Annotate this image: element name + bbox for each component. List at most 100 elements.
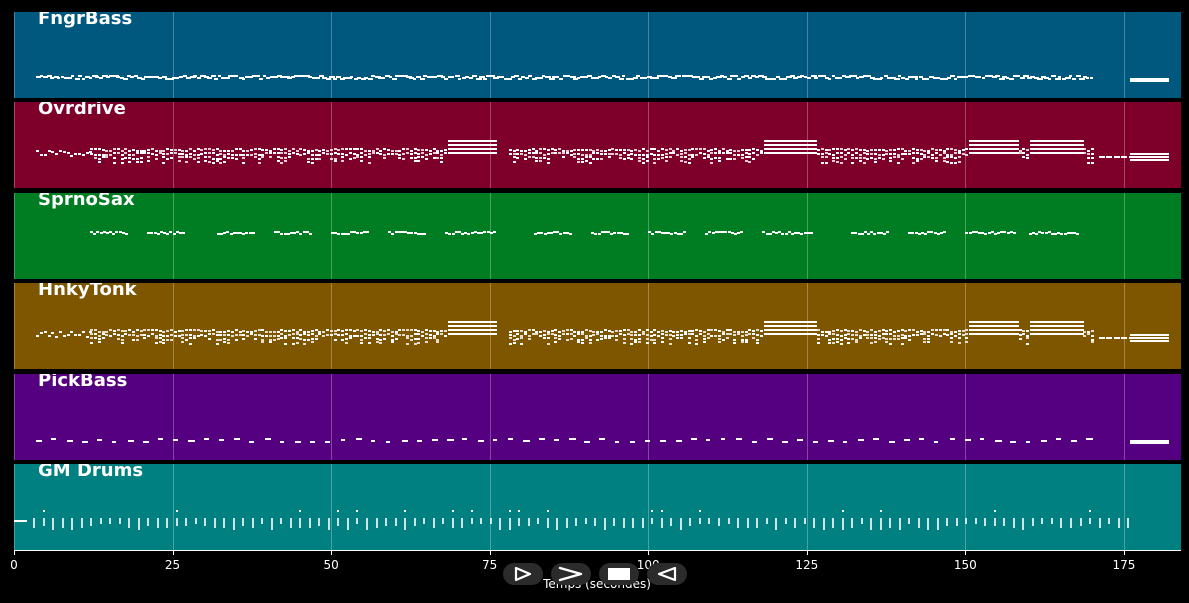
midi-note: [592, 334, 596, 337]
midi-note: [66, 152, 70, 155]
track-lane-ovrdrive[interactable]: Ovrdrive: [14, 102, 1181, 189]
midi-note: [131, 154, 135, 157]
midi-note: [546, 337, 550, 340]
midi-note: [520, 330, 524, 333]
midi-note: [862, 334, 866, 337]
midi-note: [1087, 150, 1091, 153]
track-lane-gm-drums[interactable]: GM Drums: [14, 464, 1181, 550]
midi-note: [824, 335, 828, 338]
midi-note: [284, 337, 288, 340]
midi-note: [162, 162, 166, 165]
midi-note: [1014, 321, 1019, 324]
midi-note: [1090, 162, 1094, 165]
midi-note: [957, 342, 961, 345]
midi-note: [112, 440, 117, 443]
midi-note: [592, 331, 596, 334]
track-lane-pickbass[interactable]: PickBass: [14, 373, 1181, 460]
midi-note: [440, 161, 444, 164]
midi-note: [889, 157, 893, 160]
midi-note: [337, 149, 341, 152]
midi-note: [120, 339, 124, 342]
midi-note: [934, 160, 938, 163]
midi-note: [150, 333, 154, 336]
midi-note: [253, 156, 257, 159]
midi-note: [291, 148, 295, 151]
midi-note: [432, 337, 436, 340]
midi-note: [383, 338, 387, 341]
midi-note: [177, 156, 181, 159]
midi-note: [124, 333, 128, 336]
midi-note: [428, 334, 432, 337]
midi-note: [379, 153, 383, 156]
midi-note: [721, 339, 725, 342]
midi-note: [188, 439, 195, 442]
midi-note: [687, 330, 691, 333]
midi-note: [946, 148, 950, 151]
midi-note: [208, 338, 212, 341]
midi-note: [809, 231, 813, 234]
midi-note: [493, 321, 498, 324]
midi-note: [862, 162, 866, 165]
midi-note: [756, 339, 760, 342]
midi-note: [375, 148, 379, 151]
midi-note: [154, 154, 158, 157]
midi-note: [280, 152, 284, 155]
midi-note: [1037, 78, 1043, 80]
midi-note: [934, 334, 938, 337]
gridline: [648, 102, 650, 189]
midi-note: [348, 337, 352, 340]
midi-note: [90, 329, 94, 332]
midi-note: [893, 338, 897, 341]
midi-note: [638, 341, 642, 344]
midi-note: [147, 149, 151, 152]
midi-note: [653, 77, 659, 79]
midi-note: [428, 153, 432, 156]
midi-note: [561, 333, 565, 336]
midi-note: [166, 148, 170, 151]
midi-note: [90, 148, 94, 151]
midi-note: [660, 439, 667, 442]
midi-note: [162, 335, 166, 338]
midi-note: [706, 333, 710, 336]
midi-note: [120, 162, 124, 165]
midi-note: [493, 325, 498, 328]
rewind-button[interactable]: [647, 563, 687, 585]
midi-note: [40, 332, 43, 335]
stop-button[interactable]: [599, 563, 639, 585]
play-button[interactable]: [503, 563, 543, 585]
midi-note: [1130, 153, 1169, 156]
midi-note: [672, 152, 676, 155]
midi-note: [1130, 80, 1169, 82]
midi-note: [691, 330, 695, 333]
midi-note: [561, 152, 565, 155]
midi-note: [177, 335, 181, 338]
midi-note: [870, 337, 874, 340]
midi-note: [569, 329, 573, 332]
midi-note: [166, 232, 170, 235]
track-lane-sprnosax[interactable]: SprnoSax: [14, 192, 1181, 279]
midi-note: [676, 337, 680, 340]
midi-note: [341, 148, 345, 151]
midi-note: [90, 153, 94, 156]
midi-note: [364, 150, 368, 153]
midi-note: [93, 333, 97, 336]
midi-note: [548, 78, 555, 80]
midi-note: [740, 149, 744, 152]
midi-note: [1056, 437, 1062, 440]
midi-note: [683, 156, 687, 159]
midi-note: [554, 341, 558, 344]
midi-note: [43, 331, 47, 334]
midi-note: [746, 526, 749, 528]
midi-note: [480, 522, 483, 524]
track-lane-hnkytonk[interactable]: HnkyTonk: [14, 283, 1181, 370]
midi-note: [287, 330, 291, 333]
midi-note: [759, 152, 763, 155]
track-lane-fngrbass[interactable]: FngrBass: [14, 12, 1181, 98]
midi-note: [143, 334, 147, 337]
midi-note: [569, 154, 573, 157]
midi-note: [874, 337, 878, 340]
midi-note: [492, 438, 498, 441]
fast-forward-button[interactable]: [551, 563, 591, 585]
midi-note: [284, 157, 288, 160]
midi-note: [634, 341, 638, 344]
